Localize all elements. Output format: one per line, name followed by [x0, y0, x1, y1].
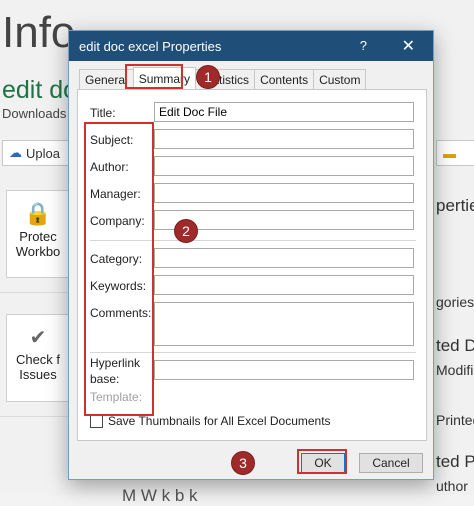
- summary-tab-highlight: [125, 64, 183, 89]
- cloud-upload-icon: ☁: [9, 145, 22, 160]
- manage-workbook-heading: M W k b k: [122, 486, 198, 505]
- callout-badge-2: 2: [174, 219, 198, 243]
- open-folder-button[interactable]: ▬: [436, 140, 474, 166]
- page-title: Info: [2, 8, 76, 57]
- title-field[interactable]: [154, 102, 414, 122]
- hyperlink-base-field[interactable]: [154, 360, 414, 380]
- last-modified-label: Modifie: [436, 362, 474, 378]
- folder-icon: ▬: [443, 145, 456, 161]
- callout-badge-1: 1: [196, 65, 220, 89]
- subject-field[interactable]: [154, 129, 414, 149]
- tab-custom[interactable]: Custom: [313, 69, 367, 89]
- save-thumbnails-label: Save Thumbnails for All Excel Documents: [108, 414, 331, 428]
- tab-contents[interactable]: Contents: [254, 69, 315, 89]
- title-label: Title:: [90, 106, 116, 120]
- protect-workbook-button[interactable]: 🔒 Protec Workbo: [6, 190, 70, 278]
- comments-field[interactable]: [154, 302, 414, 346]
- categories-label: gories: [436, 294, 474, 310]
- close-icon[interactable]: ✕: [402, 36, 415, 56]
- properties-dialog: edit doc excel Properties ? ✕ General Su…: [68, 30, 434, 480]
- help-icon[interactable]: ?: [360, 38, 367, 53]
- keywords-field[interactable]: [154, 275, 414, 295]
- dialog-title: edit doc excel Properties: [79, 38, 222, 54]
- author-field[interactable]: [154, 156, 414, 176]
- divider: [0, 416, 70, 417]
- related-people-heading: ted Pe: [436, 452, 474, 471]
- inspect-icon: ✔: [29, 327, 47, 349]
- document-name: edit do: [2, 76, 78, 104]
- properties-heading: perties: [436, 196, 474, 215]
- related-dates-heading: ted Da: [436, 336, 474, 355]
- tab-strip: General Summary Statistics Contents Cust…: [79, 67, 367, 89]
- document-path: Downloads: [2, 106, 67, 121]
- save-thumbnails-checkbox[interactable]: [90, 414, 103, 428]
- upload-button[interactable]: ☁ Uploa: [2, 140, 72, 166]
- save-thumbnails-row[interactable]: Save Thumbnails for All Excel Documents: [90, 414, 331, 428]
- field-labels-highlight: [84, 122, 154, 416]
- check-for-issues-button[interactable]: ✔ Check f Issues: [6, 314, 70, 402]
- category-field[interactable]: [154, 248, 414, 268]
- divider: [0, 292, 70, 293]
- author-label: uthor: [436, 478, 468, 494]
- cancel-button[interactable]: Cancel: [359, 453, 423, 473]
- dialog-titlebar: edit doc excel Properties ? ✕: [69, 31, 433, 61]
- last-printed-label: Printed: [436, 412, 474, 428]
- callout-badge-3: 3: [231, 451, 255, 475]
- ok-button-highlight: [297, 449, 347, 474]
- manager-field[interactable]: [154, 183, 414, 203]
- lock-icon: 🔒: [24, 201, 52, 226]
- summary-panel: Title: Subject: Author: Manager: Company…: [77, 89, 427, 441]
